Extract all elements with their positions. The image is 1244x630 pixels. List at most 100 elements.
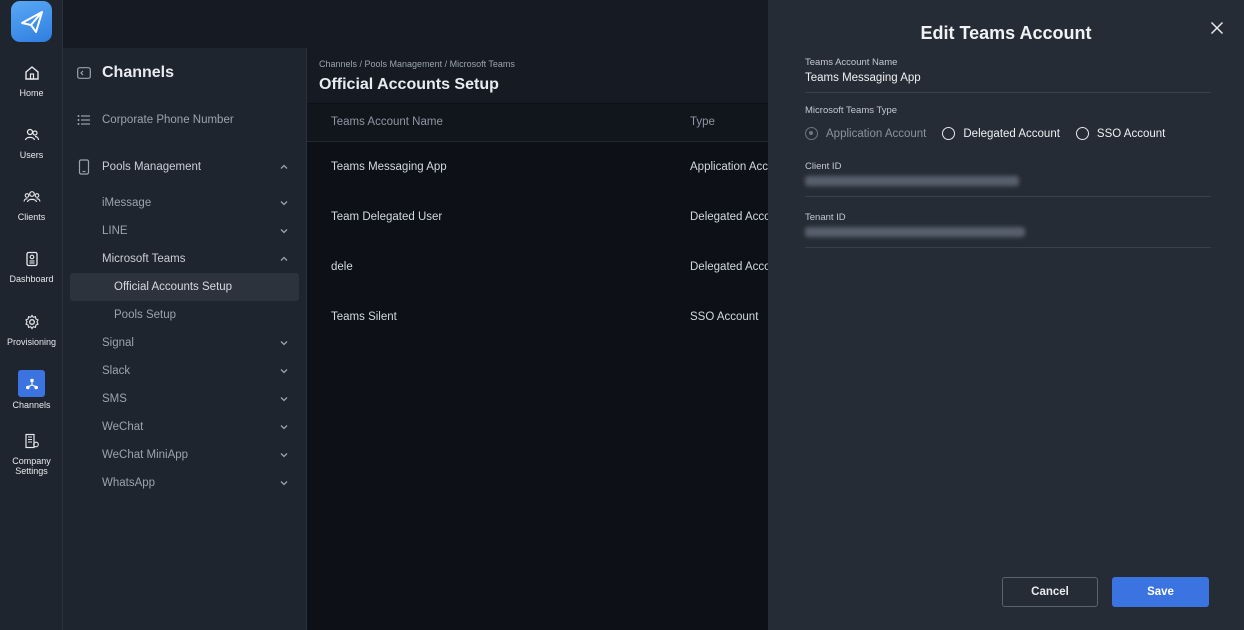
sidebar-item-label: WeChat MiniApp (102, 449, 189, 461)
radio-sso-account[interactable]: SSO Account (1075, 127, 1165, 140)
chevron-down-icon (280, 425, 288, 430)
sidebar-item-sms[interactable]: SMS (63, 385, 307, 413)
cell-account-type: Delegated Account (690, 211, 768, 223)
channels-sidebar: Channels Corporate Phone Number Pools Ma… (63, 48, 307, 630)
divider (805, 247, 1211, 248)
top-bar (63, 0, 768, 48)
radio-label: Application Account (826, 127, 927, 140)
divider (805, 196, 1211, 197)
sidebar-item-signal[interactable]: Signal (63, 329, 307, 357)
app-window: Home Users Clients Dashboard Provisionin… (0, 0, 1244, 630)
rail-label-dashboard: Dashboard (9, 274, 54, 284)
sidebar-item-label: SMS (102, 393, 127, 405)
rail-item-dashboard[interactable]: Dashboard (0, 250, 63, 284)
client-id-field[interactable]: Client ID (805, 161, 1211, 189)
sidebar-item-line[interactable]: LINE (63, 217, 307, 245)
sidebar-item-pools-setup[interactable]: Pools Setup (63, 301, 307, 329)
account-name-label: Teams Account Name (805, 57, 898, 68)
tenant-id-input[interactable] (805, 227, 1211, 240)
chevron-up-icon (280, 256, 288, 261)
chevron-down-icon (280, 229, 288, 234)
teams-type-radio-group: Application Account Delegated Account SS… (805, 127, 1181, 140)
sidebar-item-label: WhatsApp (102, 477, 156, 489)
sidebar-item-wechat[interactable]: WeChat (63, 413, 307, 441)
rail-item-channels[interactable]: Channels (0, 370, 63, 410)
cell-account-type: Delegated Account (690, 261, 768, 273)
sidebar-item-slack[interactable]: Slack (63, 357, 307, 385)
app-logo[interactable] (11, 1, 52, 42)
rail-label-users: Users (19, 150, 44, 160)
sidebar-item-wechat-miniapp[interactable]: WeChat MiniApp (63, 441, 307, 469)
teams-type-field: Microsoft Teams Type (805, 105, 1211, 116)
chevron-up-icon (280, 164, 288, 169)
breadcrumb: Channels / Pools Management / Microsoft … (319, 59, 515, 69)
paper-plane-icon (20, 10, 43, 33)
sidebar-item-label: Microsoft Teams (102, 253, 186, 265)
radio-dot (1075, 127, 1089, 140)
table-row[interactable]: dele Delegated Account (307, 242, 768, 292)
rail-item-clients[interactable]: Clients (0, 188, 63, 222)
table-row[interactable]: Teams Silent SSO Account (307, 292, 768, 342)
sidebar-item-official-accounts-setup[interactable]: Official Accounts Setup (70, 273, 299, 301)
close-icon[interactable] (1210, 21, 1224, 35)
chevron-down-icon (280, 453, 288, 458)
rail-label-home: Home (19, 88, 44, 98)
table-row[interactable]: Teams Messaging App Application Account (307, 142, 768, 192)
table-header: Teams Account Name Type (307, 104, 768, 142)
rail-item-users[interactable]: Users (0, 126, 63, 160)
rail-item-home[interactable]: Home (0, 64, 63, 98)
channels-icon (18, 370, 45, 397)
sidebar-item-label: Signal (102, 337, 134, 349)
sidebar-header: Channels (77, 64, 174, 82)
rail-item-company-settings[interactable]: Company Settings (0, 432, 63, 476)
sidebar-item-label: Official Accounts Setup (114, 281, 233, 293)
radio-dot (805, 127, 818, 140)
dashboard-icon (23, 250, 41, 268)
column-header-type[interactable]: Type (690, 116, 715, 128)
collapse-panel-icon[interactable] (77, 67, 91, 79)
sidebar-title: Channels (102, 64, 175, 81)
radio-delegated-account[interactable]: Delegated Account (942, 127, 1060, 140)
sidebar-item-corporate-phone[interactable]: Corporate Phone Number (63, 106, 307, 134)
account-name-field[interactable]: Teams Account Name Teams Messaging App (805, 57, 1211, 84)
sidebar-item-label: Corporate Phone Number (102, 114, 234, 126)
rail-label-settings: Settings (15, 466, 48, 476)
save-button[interactable]: Save (1112, 577, 1209, 607)
sidebar-item-imessage[interactable]: iMessage (63, 189, 307, 217)
tenant-id-field[interactable]: Tenant ID (805, 212, 1211, 240)
home-icon (23, 64, 41, 82)
client-id-label: Client ID (805, 161, 842, 172)
radio-label: Delegated Account (963, 127, 1060, 140)
teams-type-label: Microsoft Teams Type (805, 105, 898, 116)
left-rail: Home Users Clients Dashboard Provisionin… (0, 0, 63, 630)
rail-item-provisioning[interactable]: Provisioning (0, 313, 63, 347)
column-header-name[interactable]: Teams Account Name (331, 116, 443, 128)
sidebar-item-label: Pools Setup (114, 309, 177, 321)
client-id-input[interactable] (805, 176, 1211, 189)
sidebar-item-label: Slack (102, 365, 131, 377)
sidebar-item-label: LINE (102, 225, 128, 237)
company-settings-icon (23, 432, 41, 450)
table-row[interactable]: Team Delegated User Delegated Account (307, 192, 768, 242)
account-name-input[interactable]: Teams Messaging App (805, 72, 1211, 84)
cell-account-type: SSO Account (690, 311, 759, 323)
page-title: Official Accounts Setup (319, 76, 499, 93)
radio-application-account[interactable]: Application Account (805, 127, 926, 140)
chevron-down-icon (280, 481, 288, 486)
sidebar-item-pools-management[interactable]: Pools Management (63, 153, 307, 181)
phone-icon (77, 159, 91, 175)
divider (805, 92, 1211, 93)
cell-account-name: dele (331, 261, 353, 273)
sidebar-item-microsoft-teams[interactable]: Microsoft Teams (63, 245, 307, 273)
chevron-down-icon (280, 369, 288, 374)
sidebar-item-whatsapp[interactable]: WhatsApp (63, 469, 307, 497)
cell-account-name: Teams Silent (331, 311, 397, 323)
page-header: Channels / Pools Management / Microsoft … (307, 48, 768, 103)
gear-icon (23, 313, 41, 331)
redacted-value (805, 176, 1019, 186)
sidebar-item-label: Pools Management (102, 161, 202, 173)
main-content: Channels / Pools Management / Microsoft … (307, 48, 768, 630)
redacted-value (805, 227, 1025, 237)
cancel-button[interactable]: Cancel (1002, 577, 1098, 607)
radio-dot (942, 127, 956, 140)
